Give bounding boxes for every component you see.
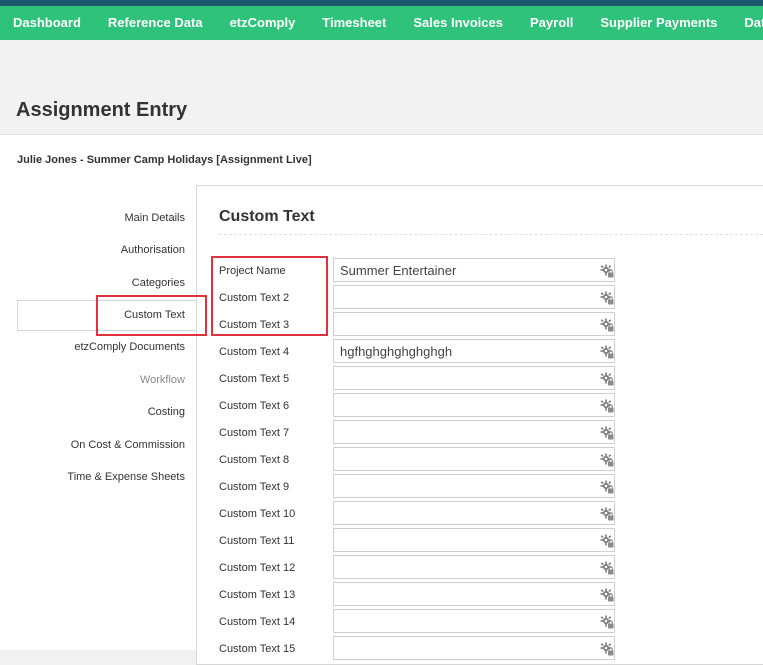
field-input-custom-text-7[interactable] <box>333 420 615 444</box>
nav-reference-data[interactable]: Reference Data <box>94 6 216 40</box>
nav-dashboard[interactable]: Dashboard <box>0 6 94 40</box>
sidebar-item-time-expense-sheets[interactable]: Time & Expense Sheets <box>67 471 185 483</box>
gear-lock-icon[interactable] <box>600 399 614 413</box>
gear-lock-icon[interactable] <box>600 615 614 629</box>
assignment-title: Julie Jones - Summer Camp Holidays [Assi… <box>17 154 312 166</box>
field-label-custom-text-12: Custom Text 12 <box>219 562 296 574</box>
field-input-custom-text-14[interactable] <box>333 609 615 633</box>
field-input-custom-text-2[interactable] <box>333 285 615 309</box>
field-input-custom-text-9[interactable] <box>333 474 615 498</box>
nav-etzcomply[interactable]: etzComply <box>216 6 309 40</box>
sidebar-item-authorisation[interactable]: Authorisation <box>121 244 185 256</box>
sidebar-item-on-cost-commission[interactable]: On Cost & Commission <box>71 439 185 451</box>
nav-payroll[interactable]: Payroll <box>517 6 587 40</box>
nav-timesheet[interactable]: Timesheet <box>309 6 400 40</box>
field-input-custom-text-6[interactable] <box>333 393 615 417</box>
highlight-box-labels <box>211 256 328 336</box>
panel-divider <box>219 234 763 235</box>
sidebar-item-costing[interactable]: Costing <box>148 406 185 418</box>
gear-lock-icon[interactable] <box>600 561 614 575</box>
nav-sales-invoices[interactable]: Sales Invoices <box>400 6 517 40</box>
field-label-custom-text-8: Custom Text 8 <box>219 454 290 466</box>
field-input-custom-text-10[interactable] <box>333 501 615 525</box>
field-label-custom-text-15: Custom Text 15 <box>219 643 296 655</box>
gear-lock-icon[interactable] <box>600 480 614 494</box>
gear-lock-icon[interactable] <box>600 426 614 440</box>
gear-lock-icon[interactable] <box>600 642 614 656</box>
gear-lock-icon[interactable] <box>600 291 614 305</box>
field-input-project-name[interactable] <box>333 258 615 282</box>
nav-supplier-payments[interactable]: Supplier Payments <box>587 6 731 40</box>
panel-title: Custom Text <box>219 208 315 225</box>
field-input-custom-text-11[interactable] <box>333 528 615 552</box>
field-input-custom-text-4[interactable] <box>333 339 615 363</box>
field-label-custom-text-10: Custom Text 10 <box>219 508 296 520</box>
sidebar-item-etzcomply-documents[interactable]: etzComply Documents <box>74 341 185 353</box>
field-label-custom-text-7: Custom Text 7 <box>219 427 290 439</box>
field-label-custom-text-14: Custom Text 14 <box>219 616 296 628</box>
field-input-custom-text-3[interactable] <box>333 312 615 336</box>
field-input-custom-text-8[interactable] <box>333 447 615 471</box>
field-label-custom-text-4: Custom Text 4 <box>219 346 290 358</box>
field-label-custom-text-11: Custom Text 11 <box>219 535 295 547</box>
field-label-custom-text-5: Custom Text 5 <box>219 373 290 385</box>
field-input-custom-text-12[interactable] <box>333 555 615 579</box>
gear-lock-icon[interactable] <box>600 453 614 467</box>
field-input-custom-text-13[interactable] <box>333 582 615 606</box>
gear-lock-icon[interactable] <box>600 372 614 386</box>
gear-lock-icon[interactable] <box>600 318 614 332</box>
sidebar-item-categories[interactable]: Categories <box>132 277 185 289</box>
field-input-custom-text-5[interactable] <box>333 366 615 390</box>
main-nav: Dashboard Reference Data etzComply Times… <box>0 6 763 40</box>
gear-lock-icon[interactable] <box>600 534 614 548</box>
nav-data-exchange[interactable]: Data Ex <box>731 6 763 40</box>
highlight-box-nav <box>96 295 207 336</box>
sidebar-item-workflow: Workflow <box>139 374 185 386</box>
field-input-custom-text-15[interactable] <box>333 636 615 660</box>
field-label-custom-text-6: Custom Text 6 <box>219 400 290 412</box>
field-label-custom-text-9: Custom Text 9 <box>219 481 290 493</box>
page-title: Assignment Entry <box>16 99 188 121</box>
gear-lock-icon[interactable] <box>600 345 614 359</box>
gear-lock-icon[interactable] <box>600 264 614 278</box>
sidebar-item-main-details[interactable]: Main Details <box>124 212 185 224</box>
gear-lock-icon[interactable] <box>600 588 614 602</box>
field-label-custom-text-13: Custom Text 13 <box>219 589 296 601</box>
gear-lock-icon[interactable] <box>600 507 614 521</box>
